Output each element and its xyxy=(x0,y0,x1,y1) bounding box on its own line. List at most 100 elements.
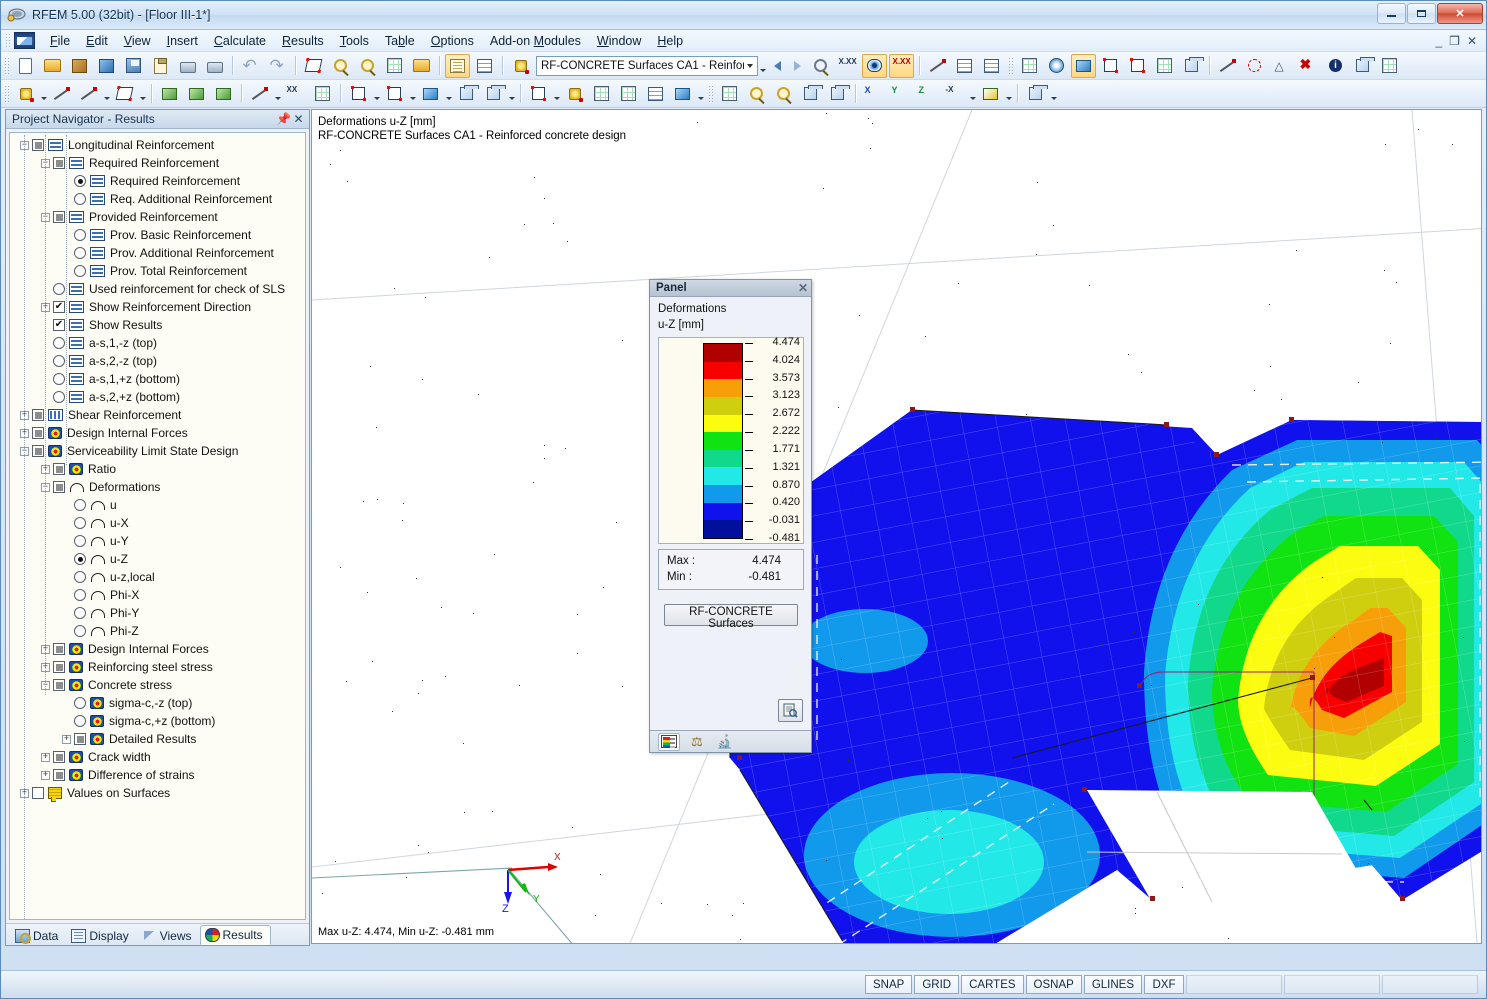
radio-unselected[interactable] xyxy=(53,283,65,295)
tree-item-a-s-1-z-bottom[interactable]: a-s,1,+z (bottom) xyxy=(10,370,305,388)
mdi-close-button[interactable]: ✕ xyxy=(1467,34,1477,48)
move-icon[interactable] xyxy=(526,82,551,106)
pin-icon[interactable]: 📌 xyxy=(276,112,291,126)
radio-unselected[interactable] xyxy=(74,499,86,511)
block-icon[interactable] xyxy=(454,82,479,106)
select-special-icon[interactable] xyxy=(382,54,407,78)
open-folder-icon[interactable] xyxy=(40,54,65,78)
radio-unselected[interactable] xyxy=(74,571,86,583)
surface-load-dropdown-icon[interactable] xyxy=(372,83,381,105)
checkbox-partial[interactable] xyxy=(53,211,65,223)
checkbox-partial[interactable] xyxy=(53,481,65,493)
grid-snap-icon[interactable] xyxy=(1152,54,1177,78)
opening-dropdown-icon[interactable] xyxy=(408,83,417,105)
mdi-restore-button[interactable]: ❐ xyxy=(1449,34,1460,48)
tree-item-ratio[interactable]: +Ratio xyxy=(10,460,305,478)
panel-close-icon[interactable]: ✕ xyxy=(798,281,808,295)
blue-box-icon[interactable] xyxy=(94,54,119,78)
radio-unselected[interactable] xyxy=(53,391,65,403)
radio-unselected[interactable] xyxy=(74,517,86,529)
window-copy-icon[interactable] xyxy=(409,54,434,78)
checkbox-partial[interactable] xyxy=(53,679,65,691)
radio-unselected[interactable] xyxy=(74,697,86,709)
tree-item-show-reinforcement-direction[interactable]: +Show Reinforcement Direction xyxy=(10,298,305,316)
load-case-icon[interactable] xyxy=(508,54,533,78)
move-dropdown-icon[interactable] xyxy=(552,83,561,105)
close-button[interactable]: ✕ xyxy=(1437,3,1483,24)
tree-item-crack-width[interactable]: +Crack width xyxy=(10,748,305,766)
tree-item-prov-basic-reinforcement[interactable]: Prov. Basic Reinforcement xyxy=(10,226,305,244)
menu-window[interactable]: Window xyxy=(589,32,649,50)
checkbox-checked[interactable] xyxy=(53,319,65,331)
mesh-view-icon[interactable] xyxy=(717,82,742,106)
radio-unselected[interactable] xyxy=(74,607,86,619)
toolbar-grip-2-icon[interactable] xyxy=(1008,57,1013,75)
table-icon[interactable] xyxy=(472,54,497,78)
checkbox-checked[interactable] xyxy=(53,301,65,313)
radio-unselected[interactable] xyxy=(74,247,86,259)
expand-icon[interactable]: + xyxy=(62,735,71,744)
photo-icon[interactable] xyxy=(1350,54,1375,78)
toolbar-grip-icon[interactable] xyxy=(4,57,9,75)
tree-item-longitudinal-reinforcement[interactable]: −Longitudinal Reinforcement xyxy=(10,136,305,154)
model-toolbar-grip-icon[interactable] xyxy=(4,85,9,103)
info-icon[interactable]: i xyxy=(1323,54,1348,78)
tree-item-detailed-results[interactable]: +Detailed Results xyxy=(10,730,305,748)
minimize-button[interactable] xyxy=(1377,3,1406,24)
line-dropdown-icon[interactable] xyxy=(102,83,111,105)
node-dropdown-icon[interactable] xyxy=(39,83,48,105)
rotate-icon[interactable] xyxy=(1242,54,1267,78)
mdi-minimize-button[interactable]: _ xyxy=(1435,34,1442,48)
tree-item-u[interactable]: u xyxy=(10,496,305,514)
tree-item-sigma-c-z-top[interactable]: sigma-c,-z (top) xyxy=(10,694,305,712)
array-icon[interactable] xyxy=(616,82,641,106)
chevron-down-icon[interactable] xyxy=(744,58,755,74)
menu-options[interactable]: Options xyxy=(423,32,482,50)
tree-item-phi-z[interactable]: Phi-Z xyxy=(10,622,305,640)
checkbox-partial[interactable] xyxy=(32,139,44,151)
redo-icon[interactable] xyxy=(265,54,290,78)
menu-table[interactable]: Table xyxy=(377,32,423,50)
zoom-in-icon[interactable] xyxy=(744,82,769,106)
render-icon[interactable] xyxy=(1017,54,1042,78)
checkbox-partial[interactable] xyxy=(74,733,86,745)
mirror-icon[interactable] xyxy=(1269,54,1294,78)
tab-display[interactable]: Display xyxy=(66,925,136,945)
view-negx-icon[interactable]: -X xyxy=(942,82,967,106)
checkbox-partial[interactable] xyxy=(53,751,65,763)
graphics-viewport[interactable]: Z X Y Deformations u-Z [mm] RF-CONCRETE … xyxy=(311,109,1482,944)
radio-unselected[interactable] xyxy=(53,373,65,385)
radio-unselected[interactable] xyxy=(74,625,86,637)
tree-item-provided-reinforcement[interactable]: −Provided Reinforcement xyxy=(10,208,305,226)
magnifier-target-icon[interactable] xyxy=(355,54,380,78)
radio-unselected[interactable] xyxy=(53,337,65,349)
radio-selected[interactable] xyxy=(74,175,86,187)
undo-icon[interactable] xyxy=(238,54,263,78)
clipboard-icon[interactable] xyxy=(148,54,173,78)
next-load-case-icon[interactable] xyxy=(787,55,807,77)
printer-icon[interactable] xyxy=(175,54,200,78)
xx-values-icon[interactable]: X.XX xyxy=(835,54,860,78)
menu-calculate[interactable]: Calculate xyxy=(206,32,274,50)
tree-item-design-internal-forces[interactable]: +Design Internal Forces xyxy=(10,424,305,442)
render-mode-icon[interactable] xyxy=(978,82,1003,106)
mesh-icon[interactable] xyxy=(643,82,668,106)
assign-dropdown-icon[interactable] xyxy=(696,83,705,105)
color-scale-tab[interactable] xyxy=(658,733,680,751)
assign-icon[interactable] xyxy=(670,82,695,106)
opening-icon[interactable] xyxy=(382,82,407,106)
measure-icon[interactable] xyxy=(1215,54,1240,78)
view-x-icon[interactable]: X xyxy=(861,82,886,106)
render-mode-dropdown-icon[interactable] xyxy=(1004,83,1013,105)
tab-views[interactable]: Views xyxy=(137,925,200,945)
tree-item-difference-of-strains[interactable]: +Difference of strains xyxy=(10,766,305,784)
report-table-icon[interactable] xyxy=(445,54,470,78)
node-snap-icon[interactable] xyxy=(562,82,587,106)
model-display-icon[interactable] xyxy=(1071,54,1096,78)
radio-unselected[interactable] xyxy=(74,535,86,547)
copy-object-dropdown-icon[interactable] xyxy=(507,83,516,105)
rotate-view-icon[interactable] xyxy=(1023,82,1048,106)
surface-load-icon[interactable] xyxy=(346,82,371,106)
checkbox-partial[interactable] xyxy=(53,661,65,673)
deform-icon[interactable] xyxy=(925,54,950,78)
